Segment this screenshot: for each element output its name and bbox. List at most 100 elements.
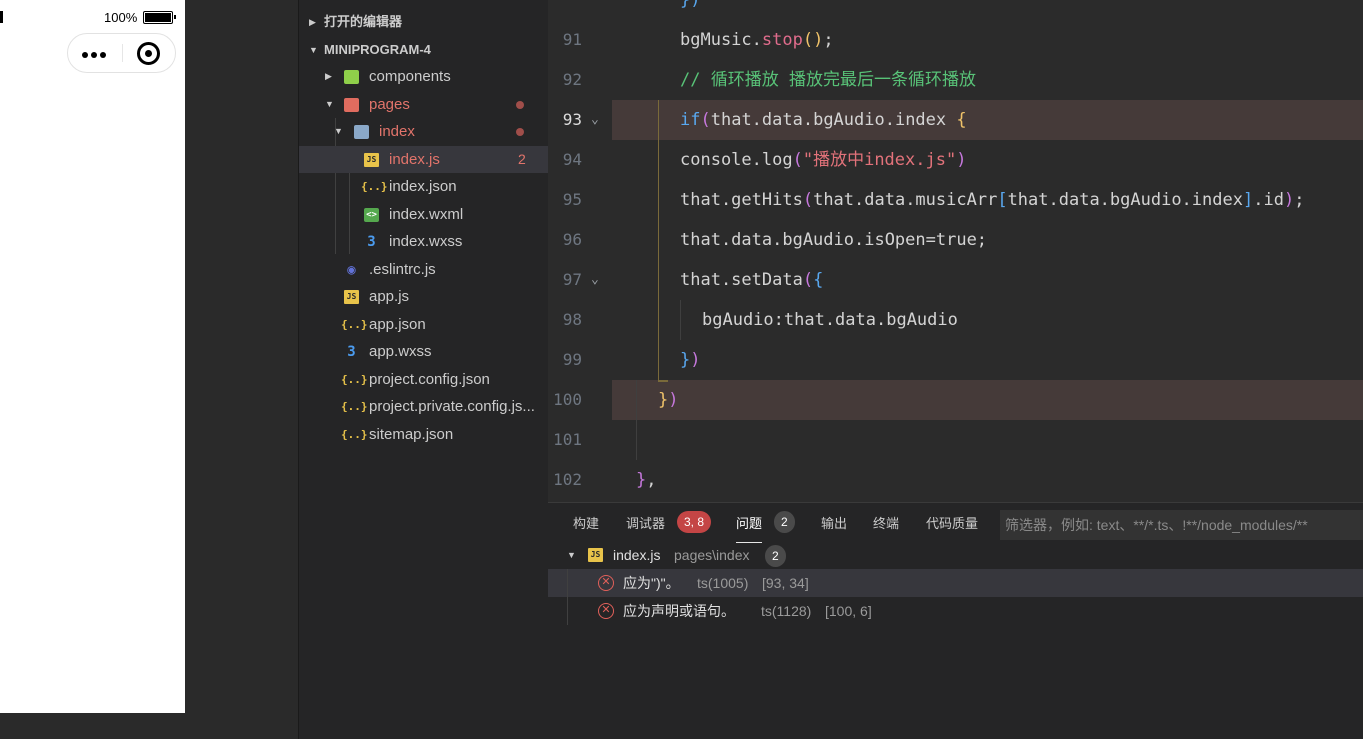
- code-line-partial: }): [680, 0, 701, 10]
- code-token: {: [956, 110, 967, 130]
- tree-file-index-wxss[interactable]: 3 index.wxss: [299, 228, 548, 255]
- wxss-file-icon: 3: [367, 234, 376, 250]
- capsule-divider: [122, 44, 123, 62]
- code-token: that.data.bgAudio.index: [1007, 190, 1243, 210]
- indent-guide: [658, 100, 659, 380]
- problem-item[interactable]: ✕ 应为声明或语句。 ts(1128) [100, 6]: [548, 597, 1363, 625]
- fold-chevron-icon[interactable]: ⌄: [591, 100, 599, 140]
- code-token: stop: [761, 30, 803, 50]
- modified-dot: [516, 101, 524, 109]
- code-text: }): [680, 340, 701, 380]
- indent-guide: [658, 380, 668, 382]
- fold-chevron-icon[interactable]: ⌄: [591, 260, 599, 300]
- code-token: (: [802, 190, 814, 210]
- code-text: that.getHits(that.data.musicArr[that.dat…: [680, 180, 1304, 220]
- status-time-fragment: [0, 11, 3, 23]
- more-dots-icon[interactable]: [82, 52, 88, 58]
- code-token: .id: [1253, 190, 1284, 210]
- error-icon: ✕: [598, 575, 614, 591]
- tab-terminal[interactable]: 终端: [873, 511, 899, 537]
- tree-file-app-js[interactable]: JS app.js: [299, 283, 548, 310]
- code-token: ;: [823, 30, 834, 50]
- tab-code-quality[interactable]: 代码质量: [926, 511, 978, 537]
- code-token: (: [792, 150, 803, 170]
- code-text: }): [658, 380, 679, 420]
- tree-file-eslintrc[interactable]: ◉ .eslintrc.js: [299, 256, 548, 283]
- phone-screen[interactable]: 100%: [0, 0, 185, 713]
- code-line[interactable]: 93 ⌄ if(that.data.bgAudio.index {: [563, 100, 1363, 140]
- tree-file-project-config[interactable]: {..} project.config.json: [299, 366, 548, 393]
- folder-open-icon: [354, 125, 369, 139]
- modified-dot: [516, 128, 524, 136]
- js-file-icon: JS: [588, 548, 603, 562]
- error-icon: ✕: [598, 603, 614, 619]
- code-token: that.setData: [680, 270, 803, 290]
- code-text: that.setData({: [680, 260, 823, 300]
- code-line[interactable]: 94 console.log("播放中index.js"): [548, 140, 1363, 180]
- code-token: bgMusic.: [680, 30, 762, 50]
- battery-percent: 100%: [104, 10, 138, 25]
- code-line[interactable]: 97 ⌄ that.setData({: [548, 260, 1363, 300]
- code-token: [: [997, 190, 1008, 210]
- line-number: 98: [562, 310, 582, 329]
- miniprogram-capsule: [67, 33, 176, 73]
- code-line[interactable]: 100}): [553, 380, 1363, 420]
- code-token: // 循环播放 播放完最后一条循环播放: [680, 70, 976, 90]
- tree-file-app-json[interactable]: {..} app.json: [299, 311, 548, 338]
- code-line[interactable]: 99}): [548, 340, 1363, 380]
- tree-folder-index[interactable]: ▼ index: [299, 118, 548, 145]
- tree-file-index-js[interactable]: JS index.js 2: [299, 146, 548, 173]
- open-editors-header[interactable]: ▶ 打开的编辑器: [299, 8, 549, 36]
- code-text: },: [636, 460, 657, 500]
- code-line[interactable]: 98 bgAudio:that.data.bgAudio: [548, 300, 1363, 340]
- js-file-icon: JS: [364, 153, 379, 167]
- code-token: {: [813, 270, 824, 290]
- tree-file-index-json[interactable]: {..} index.json: [299, 173, 548, 200]
- code-token: ;: [1294, 190, 1305, 210]
- tree-file-sitemap[interactable]: {..} sitemap.json: [299, 421, 548, 448]
- tree-file-app-wxss[interactable]: 3 app.wxss: [299, 338, 548, 365]
- chevron-down-icon: ▼: [334, 126, 343, 136]
- json-file-icon: {..}: [341, 400, 368, 413]
- tab-output[interactable]: 输出: [821, 511, 847, 537]
- json-file-icon: {..}: [341, 318, 368, 331]
- code-token: }: [658, 390, 669, 410]
- code-token: "播放中index.js": [802, 150, 957, 170]
- tree-folder-components[interactable]: ▶ components: [299, 63, 548, 90]
- chevron-down-icon: ▼: [325, 99, 334, 109]
- tab-debugger[interactable]: 调试器: [626, 511, 665, 537]
- folder-pages-icon: [344, 98, 359, 112]
- project-header[interactable]: ▼ MINIPROGRAM-4: [299, 36, 549, 64]
- tree-file-project-private-config[interactable]: {..} project.private.config.js...: [299, 393, 548, 420]
- line-number: 100: [553, 390, 582, 409]
- code-line[interactable]: 101: [548, 420, 1363, 460]
- problems-filter-input[interactable]: [1000, 510, 1363, 540]
- code-token: bgAudio:that.data.bgAudio: [702, 310, 958, 330]
- code-token: that.getHits: [680, 190, 803, 210]
- code-text: that.data.bgAudio.isOpen=true;: [680, 220, 987, 260]
- code-line[interactable]: 95 that.getHits(that.data.musicArr[that.d…: [548, 180, 1363, 220]
- tab-build[interactable]: 构建: [573, 511, 599, 537]
- code-token: (: [700, 110, 711, 130]
- code-token: (: [802, 270, 814, 290]
- code-line[interactable]: 91 bgMusic.stop();: [548, 20, 1363, 60]
- code-token: ): [1283, 190, 1295, 210]
- code-token: ): [956, 150, 967, 170]
- code-token: if: [680, 110, 701, 130]
- code-line[interactable]: 92 // 循环播放 播放完最后一条循环播放: [548, 60, 1363, 100]
- close-target-icon[interactable]: [137, 42, 160, 65]
- code-line[interactable]: 96 that.data.bgAudio.isOpen=true;: [548, 220, 1363, 260]
- code-text: bgAudio:that.data.bgAudio: [702, 300, 958, 340]
- problem-item[interactable]: ✕ 应为")"。 ts(1005) [93, 34]: [548, 569, 1363, 597]
- code-line[interactable]: 102},: [548, 460, 1363, 500]
- debugger-badge: 3, 8: [677, 511, 712, 533]
- tree-folder-pages[interactable]: ▼ pages: [299, 91, 548, 118]
- code-editor[interactable]: }) 91 bgMusic.stop(); 92// 循环播放 播放完最后一条循环播…: [548, 0, 1363, 502]
- tab-problems[interactable]: 问题: [736, 511, 763, 543]
- problem-file-group[interactable]: ▼ JS index.js pages\index 2: [548, 542, 1363, 569]
- code-token: ,: [646, 470, 657, 490]
- line-number: 99: [562, 350, 582, 369]
- tree-file-index-wxml[interactable]: <> index.wxml: [299, 201, 548, 228]
- line-number: 95: [562, 190, 582, 209]
- code-token: that.data.bgAudio.isOpen=true;: [680, 230, 988, 250]
